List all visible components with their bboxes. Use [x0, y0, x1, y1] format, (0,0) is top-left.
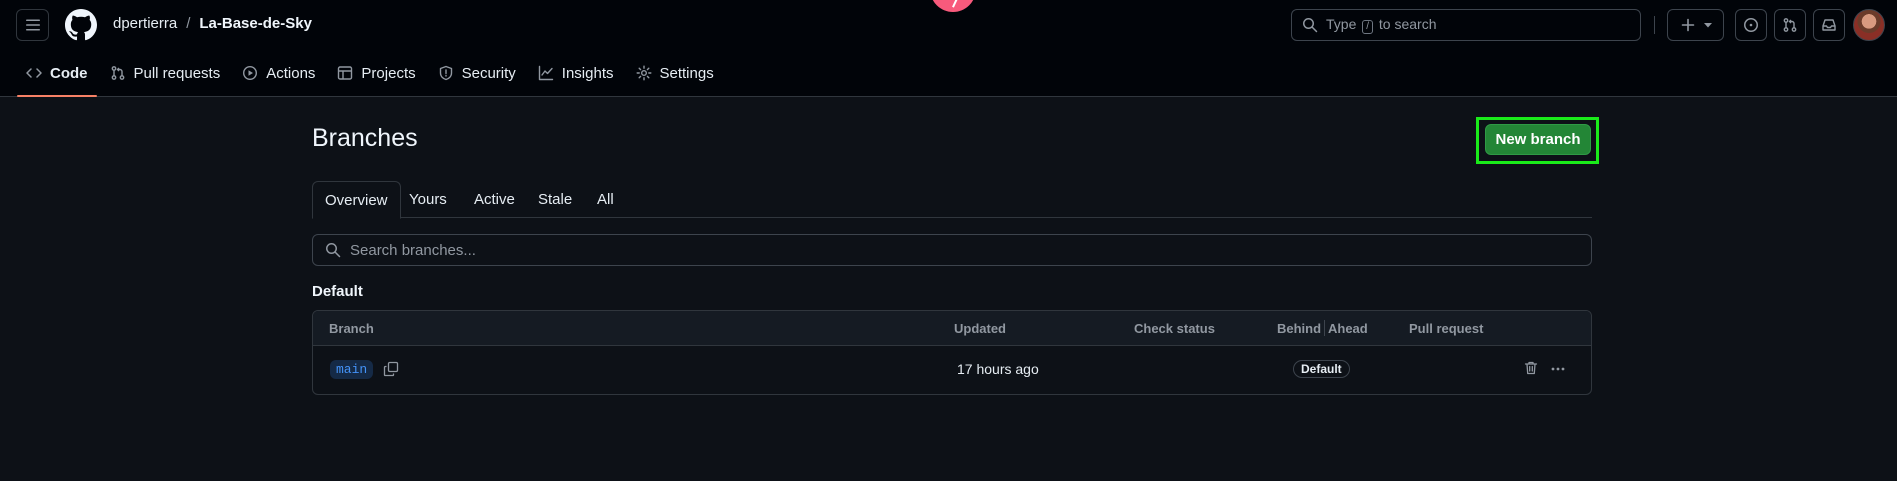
tab-code-label: Code [50, 64, 88, 82]
table-icon [337, 65, 353, 81]
issue-opened-icon [1743, 17, 1759, 33]
tab-code[interactable]: Code [16, 54, 98, 97]
graph-icon [538, 65, 554, 81]
branch-search-input[interactable] [350, 241, 1550, 259]
tab-actions-label: Actions [266, 64, 316, 82]
tab-pull-requests-label: Pull requests [133, 64, 221, 82]
trash-icon[interactable] [1523, 360, 1539, 376]
repo-nav: Code Pull requests Actions Projects Secu… [16, 54, 726, 97]
app-header: dpertierra / La-Base-de-Sky Type / to se… [0, 0, 1897, 97]
tab-active[interactable]: Active [462, 181, 527, 218]
branch-filter-tabs: Overview Yours Active Stale All [312, 181, 1592, 219]
search-hint-prefix: Type [1326, 16, 1357, 32]
search-icon [325, 242, 341, 258]
search-hint: Type / to search [1326, 16, 1437, 34]
hamburger-icon [25, 17, 41, 33]
issues-button[interactable] [1735, 9, 1767, 41]
tab-all[interactable]: All [585, 181, 626, 218]
table-row: main 17 hours ago Default [313, 346, 1591, 394]
play-circle-icon [242, 65, 258, 81]
code-icon [26, 65, 42, 81]
triangle-down-icon [1703, 21, 1712, 29]
copy-icon[interactable] [383, 361, 399, 377]
tab-settings[interactable]: Settings [626, 54, 724, 92]
tab-projects-label: Projects [361, 64, 416, 82]
behind-ahead-divider [1324, 320, 1325, 336]
tab-settings-label: Settings [659, 64, 714, 82]
tab-yours[interactable]: Yours [397, 181, 459, 218]
tab-insights[interactable]: Insights [528, 54, 624, 92]
tab-security-label: Security [461, 64, 516, 82]
branch-search-box [312, 234, 1592, 266]
tab-projects[interactable]: Projects [327, 54, 425, 92]
breadcrumb-separator: / [186, 15, 191, 32]
tab-stale[interactable]: Stale [526, 181, 584, 218]
plus-icon [1680, 17, 1696, 33]
git-pull-request-icon [1782, 17, 1798, 33]
search-icon [1302, 17, 1318, 33]
pull-requests-button[interactable] [1774, 9, 1806, 41]
breadcrumb: dpertierra / La-Base-de-Sky [113, 15, 312, 32]
tab-security[interactable]: Security [428, 54, 526, 92]
gear-icon [636, 65, 652, 81]
menu-button[interactable] [16, 9, 49, 41]
global-search-input[interactable]: Type / to search [1291, 9, 1641, 41]
updated-time: 17 hours ago [957, 361, 1039, 377]
shield-icon [438, 65, 454, 81]
slash-key: / [1362, 20, 1374, 34]
page-title: Branches [312, 124, 418, 152]
repo-owner-link[interactable]: dpertierra [113, 15, 177, 32]
branch-name-link[interactable]: main [330, 360, 374, 379]
github-logo-icon[interactable] [65, 9, 97, 41]
create-new-button[interactable] [1667, 9, 1724, 41]
column-pull-request: Pull request [1409, 321, 1484, 336]
inbox-icon [1821, 17, 1837, 33]
git-pull-request-icon [110, 65, 126, 81]
tab-actions[interactable]: Actions [232, 54, 325, 92]
search-hint-suffix: to search [1378, 16, 1437, 32]
global-bar: dpertierra / La-Base-de-Sky Type / to se… [0, 0, 1897, 50]
tab-pull-requests[interactable]: Pull requests [100, 54, 231, 92]
column-ahead: Ahead [1328, 321, 1368, 336]
column-updated: Updated [954, 321, 1006, 336]
column-check-status: Check status [1134, 321, 1215, 336]
table-header: Branch Updated Check status Behind Ahead… [313, 311, 1591, 346]
inbox-button[interactable] [1813, 9, 1845, 41]
header-divider [1654, 16, 1655, 34]
branch-table: Branch Updated Check status Behind Ahead… [312, 310, 1592, 395]
kebab-horizontal-icon[interactable] [1550, 361, 1566, 377]
column-branch: Branch [329, 321, 374, 336]
tab-overview[interactable]: Overview [312, 181, 401, 219]
tab-insights-label: Insights [561, 64, 614, 82]
repo-name-link[interactable]: La-Base-de-Sky [199, 15, 312, 32]
default-badge: Default [1293, 360, 1350, 378]
user-avatar[interactable] [1853, 9, 1885, 41]
section-heading-default: Default [312, 283, 363, 300]
new-branch-button[interactable]: New branch [1485, 124, 1591, 155]
column-behind: Behind [1277, 321, 1322, 336]
